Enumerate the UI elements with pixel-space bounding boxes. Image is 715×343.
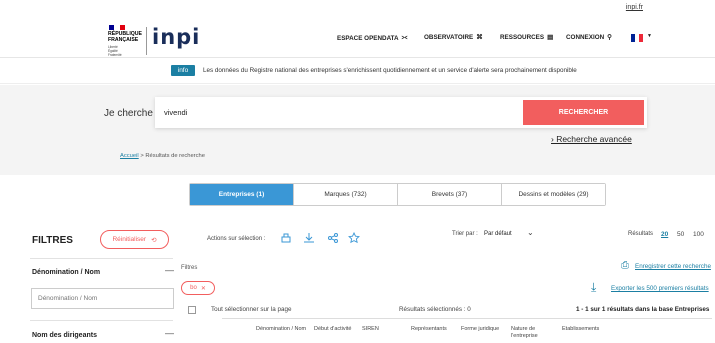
filters-title: FILTRES xyxy=(32,235,73,246)
column-header[interactable]: Dénomination / Nom xyxy=(256,326,311,333)
collapse-icon[interactable]: — xyxy=(165,328,174,338)
download-icon[interactable] xyxy=(303,232,315,244)
dirigeants-filter-heading[interactable]: Nom des dirigeants xyxy=(32,332,97,339)
inpi-logo[interactable]: inpi xyxy=(152,25,200,49)
close-icon[interactable]: ✕ xyxy=(201,285,206,292)
marianne-flag-icon xyxy=(109,25,125,30)
page-size-50[interactable]: 50 xyxy=(677,231,684,238)
column-header[interactable]: Représentants xyxy=(411,326,447,333)
advanced-search-link[interactable]: › Recherche avancée xyxy=(551,134,632,144)
column-header[interactable]: SIREN xyxy=(362,326,379,333)
republique-francaise-logo: RÉPUBLIQUE FRANÇAISE xyxy=(108,31,143,43)
sort-select[interactable]: Par défaut xyxy=(484,231,512,237)
inpi-fr-link[interactable]: inpi.fr xyxy=(626,4,643,11)
select-all-label: Tout sélectionner sur la page xyxy=(211,306,292,313)
column-header[interactable]: Début d'activité xyxy=(314,326,360,333)
tab-marques[interactable]: Marques (732) xyxy=(294,184,398,205)
nav-connexion[interactable]: CONNEXION ⚲ xyxy=(566,34,612,41)
language-caret-icon[interactable]: ▼ xyxy=(647,33,652,39)
site-header: RÉPUBLIQUE FRANÇAISE Liberté Égalité Fra… xyxy=(0,18,715,58)
info-text: Les données du Registre national des ent… xyxy=(203,67,577,74)
nav-observatoire[interactable]: OBSERVATOIRE ⌘ xyxy=(424,34,483,41)
sidebar-divider xyxy=(30,320,173,321)
nav-ressources[interactable]: RESSOURCES ▤ xyxy=(500,34,553,41)
export-icon[interactable]: ⤓ xyxy=(591,280,596,295)
tab-dessins-modeles[interactable]: Dessins et modèles (29) xyxy=(502,184,605,205)
selection-actions-label: Actions sur sélection : xyxy=(207,236,266,242)
denomination-input[interactable] xyxy=(31,288,174,309)
star-icon[interactable] xyxy=(348,232,360,244)
column-header[interactable]: Etablissements xyxy=(562,326,599,333)
result-type-tabs: Entreprises (1) Marques (732) Brevets (3… xyxy=(189,183,606,206)
nav-opendata[interactable]: ESPACE OPENDATA ⪥ xyxy=(337,34,407,42)
denomination-filter-heading[interactable]: Dénomination / Nom xyxy=(32,269,100,276)
tab-brevets[interactable]: Brevets (37) xyxy=(398,184,502,205)
sidebar-divider xyxy=(30,258,173,259)
binoculars-icon: ⌘ xyxy=(476,34,483,41)
page-size-100[interactable]: 100 xyxy=(693,231,704,238)
search-input[interactable] xyxy=(164,108,504,117)
top-utility-bar: inpi.fr xyxy=(0,0,715,18)
tab-entreprises[interactable]: Entreprises (1) xyxy=(190,184,294,205)
share-icon[interactable] xyxy=(327,232,339,244)
breadcrumb: Accueil > Résultats de recherche xyxy=(120,153,205,159)
chevron-down-icon[interactable]: ⌄ xyxy=(527,228,534,237)
save-search-link[interactable]: Enregistrer cette recherche xyxy=(635,263,711,270)
gov-motto: Liberté Égalité Fraternité xyxy=(108,45,122,57)
column-header[interactable]: Nature de l'entreprise xyxy=(511,326,549,340)
reset-filters-button[interactable]: Réinitialiser ⟲ xyxy=(100,230,169,249)
info-badge: info xyxy=(171,65,195,76)
breadcrumb-current: Résultats de recherche xyxy=(145,153,205,159)
export-link[interactable]: Exporter les 500 premiers résultats xyxy=(611,285,709,292)
print-icon[interactable] xyxy=(280,232,292,244)
save-icon[interactable]: ⎙ xyxy=(621,260,629,271)
language-flag-icon[interactable] xyxy=(631,34,643,42)
search-button[interactable]: RECHERCHER xyxy=(523,100,644,125)
select-all-checkbox[interactable] xyxy=(188,306,196,314)
collapse-icon[interactable]: — xyxy=(165,265,174,275)
logo-separator xyxy=(146,27,147,55)
breadcrumb-separator: > xyxy=(140,153,144,159)
column-header[interactable]: Forme juridique xyxy=(461,326,499,333)
share-icon: ⪥ xyxy=(401,34,408,41)
user-icon: ⚲ xyxy=(607,34,612,41)
breadcrumb-home[interactable]: Accueil xyxy=(120,153,139,159)
active-filters-label: Filtres xyxy=(181,265,198,271)
refresh-icon: ⟲ xyxy=(151,236,157,244)
filter-chip[interactable]: bo ✕ xyxy=(181,281,215,295)
sort-label: Trier par : xyxy=(452,231,478,237)
selected-count: Résultats sélectionnés : 0 xyxy=(399,306,471,313)
results-count: 1 - 1 sur 1 résultats dans la base Entre… xyxy=(576,306,710,313)
document-icon: ▤ xyxy=(547,34,554,41)
page-size-20[interactable]: 20 xyxy=(661,231,668,238)
page-size-label: Résultats xyxy=(628,231,654,237)
search-label: Je cherche xyxy=(104,108,153,119)
